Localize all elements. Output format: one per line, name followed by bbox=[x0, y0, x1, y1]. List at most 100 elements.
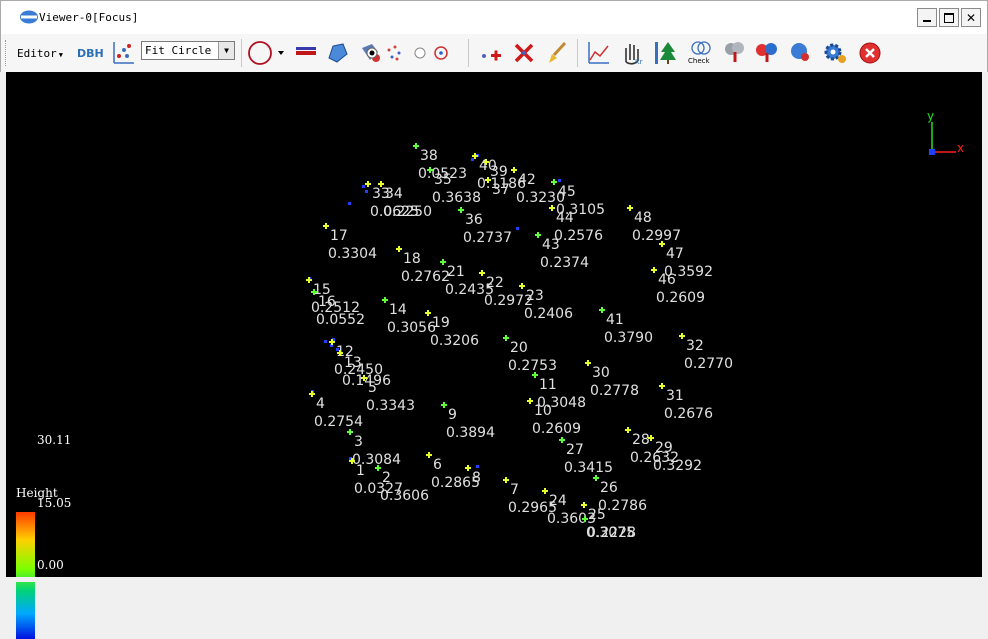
point-cloud-canvas[interactable]: 380.0523 400.118639350.3638 37420.3230450.… bbox=[6, 72, 982, 577]
tree-marker-36[interactable]: 36 0.2737 bbox=[458, 207, 512, 246]
tree-marker-32[interactable]: 32 0.2770 bbox=[679, 333, 733, 372]
tree-marker-42[interactable]: 420.3230 bbox=[511, 167, 565, 206]
tree-id-label: 30 bbox=[592, 365, 610, 381]
toolbar-separator bbox=[241, 39, 242, 67]
delete-tree-icon[interactable] bbox=[510, 38, 538, 68]
settings-gear-icon[interactable] bbox=[821, 38, 849, 68]
height-colorbar bbox=[16, 512, 35, 639]
tree-point bbox=[458, 207, 464, 213]
tree-point bbox=[659, 383, 665, 389]
tree-color-icon[interactable] bbox=[753, 38, 781, 68]
crown-edit-icon[interactable] bbox=[787, 38, 815, 68]
tree-id-label: 4 bbox=[316, 396, 325, 412]
tree-dbh-label: 0.2228 bbox=[587, 525, 636, 541]
tree-id-label: 26 bbox=[600, 480, 618, 496]
point-cloud-viewer[interactable]: 38 0.0523 40 0.1186 39 35 0.3638 37 42 0.3230 45 0.… bbox=[6, 72, 982, 639]
add-tree-icon[interactable] bbox=[477, 38, 505, 68]
fit-method-select[interactable]: Fit Circle ▼ bbox=[141, 41, 235, 60]
tree-marker-31[interactable]: 31 0.2676 bbox=[659, 383, 713, 422]
point-cloud-icon bbox=[387, 45, 401, 61]
tree-marker-14[interactable]: 14 0.3056 bbox=[382, 297, 436, 336]
tree-marker-27[interactable]: 27 0.3415 bbox=[559, 437, 613, 476]
tree-marker-20[interactable]: 20 0.2753 bbox=[503, 335, 557, 374]
circle-shape-icon[interactable] bbox=[245, 38, 285, 68]
tree-marker-22[interactable]: 220.2972 bbox=[479, 270, 533, 309]
polygon-select-icon[interactable] bbox=[323, 38, 351, 68]
tree-id-label: 36 bbox=[465, 212, 483, 228]
tree-point bbox=[413, 143, 419, 149]
tree-point bbox=[559, 437, 565, 443]
tree-dbh-label: 0.1496 bbox=[342, 373, 391, 389]
tree-marker-19[interactable]: 19 0.3206 bbox=[425, 310, 479, 349]
exit-icon[interactable] bbox=[856, 38, 884, 68]
check-overlap-icon bbox=[691, 41, 711, 55]
tree-id-label: 29 bbox=[655, 440, 673, 456]
tree-dbh-label: 0.2250 bbox=[383, 204, 432, 220]
tree-id-label: 38 bbox=[420, 148, 438, 164]
tree-dbh-label: 0.2576 bbox=[554, 228, 603, 244]
tree-point bbox=[441, 402, 447, 408]
tree-point bbox=[503, 335, 509, 341]
close-icon: ✕ bbox=[965, 10, 977, 25]
tree-id-label: 28 bbox=[632, 432, 650, 448]
noise-point bbox=[476, 465, 479, 468]
tree-height-icon[interactable] bbox=[651, 38, 679, 68]
editor-menu-button[interactable]: Editor ▼ bbox=[17, 34, 63, 72]
tree-point bbox=[426, 452, 432, 458]
radio-circle-mode-icon[interactable] bbox=[411, 38, 429, 68]
tree-marker-18[interactable]: 18 0.2762 bbox=[396, 246, 450, 285]
tree-marker-48[interactable]: 48 0.2997 bbox=[627, 205, 681, 244]
tree-dbh-label: 0.2753 bbox=[508, 358, 557, 374]
y-axis-label: y bbox=[927, 109, 934, 123]
tree-id-label: 41 bbox=[606, 312, 624, 328]
tree-point bbox=[365, 181, 371, 187]
tree-point bbox=[599, 307, 605, 313]
check-button[interactable]: Check bbox=[685, 37, 717, 71]
tree-dbh-label: 0.2754 bbox=[314, 414, 363, 430]
tree-point bbox=[382, 297, 388, 303]
tree-dbh-label: 0.2676 bbox=[664, 406, 713, 422]
maximize-button[interactable] bbox=[939, 8, 959, 27]
tree-marker-4[interactable]: 4 0.2754 bbox=[309, 391, 363, 430]
app-logo-icon bbox=[20, 10, 38, 24]
axis-triad bbox=[929, 122, 956, 155]
tree-marker-41[interactable]: 41 0.3790 bbox=[599, 307, 653, 346]
line-chart-icon[interactable] bbox=[584, 38, 612, 68]
hand-measure-icon[interactable]: Kr bbox=[618, 38, 646, 68]
legend-mid: 15.05 bbox=[37, 496, 72, 510]
scatter-plot-icon[interactable] bbox=[109, 38, 137, 68]
tree-dbh-label: 0.2609 bbox=[532, 421, 581, 437]
close-window-button[interactable]: ✕ bbox=[961, 8, 981, 27]
window-title: Viewer-0[Focus] bbox=[39, 11, 139, 24]
tree-marker-34[interactable]: 34 0.2250 bbox=[378, 181, 432, 220]
tree-marker-17[interactable]: 17 0.3304 bbox=[323, 223, 377, 262]
radio-point-mode-icon[interactable] bbox=[363, 38, 381, 68]
tree-id-label: 14 bbox=[389, 302, 407, 318]
tree-segment-icon[interactable] bbox=[721, 38, 749, 68]
legend-min: 0.00 bbox=[37, 558, 64, 572]
noise-point bbox=[471, 158, 474, 161]
tree-id-label: 9 bbox=[448, 407, 457, 423]
brush-icon[interactable] bbox=[543, 38, 571, 68]
noise-point bbox=[365, 190, 368, 193]
tree-id-label: 7 bbox=[510, 482, 519, 498]
dbh-button[interactable]: DBH bbox=[77, 34, 104, 72]
noise-point bbox=[348, 202, 351, 205]
chevron-down-icon: ▼ bbox=[218, 42, 234, 59]
tree-id-label: 11 bbox=[539, 377, 557, 393]
tree-id-label: 24 bbox=[549, 493, 567, 509]
tree-marker-23[interactable]: 23 0.2406 bbox=[519, 283, 573, 322]
tree-marker-9[interactable]: 9 0.3894 bbox=[441, 402, 495, 441]
toolbar-grip[interactable] bbox=[5, 40, 9, 66]
noise-point bbox=[558, 179, 561, 182]
tree-point bbox=[651, 267, 657, 273]
tree-id-label: 45 bbox=[558, 184, 576, 200]
tree-id-label: 48 bbox=[634, 210, 652, 226]
tree-marker-30[interactable]: 30 0.2778 bbox=[585, 360, 639, 399]
minimize-button[interactable] bbox=[917, 8, 937, 27]
tree-id-label: 34 bbox=[385, 186, 403, 202]
tree-id-label: 16 bbox=[318, 294, 336, 310]
window-frame-bottom bbox=[0, 577, 988, 582]
subtract-tool-icon[interactable] bbox=[292, 38, 320, 68]
tree-point bbox=[323, 223, 329, 229]
